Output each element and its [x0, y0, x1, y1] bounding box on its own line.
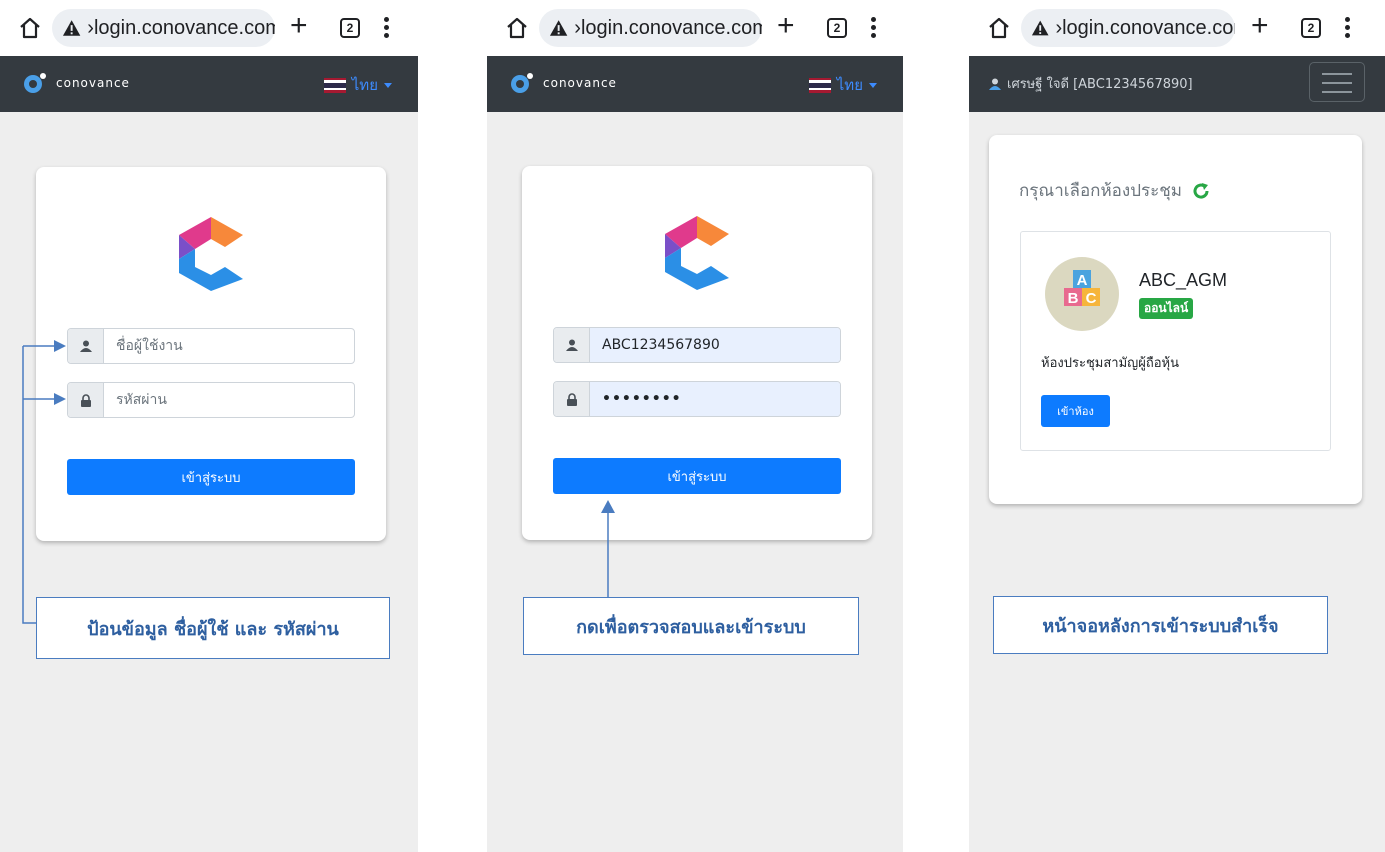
user-icon	[989, 78, 1001, 90]
site-navbar: เศรษฐี ใจดี [ABC1234567890]	[969, 56, 1385, 112]
new-tab-icon[interactable]: +	[1251, 11, 1269, 41]
callout-connector-step2	[601, 500, 615, 597]
room-prompt: กรุณาเลือกห้องประชุม	[1019, 177, 1210, 204]
browser-toolbar: ›login.conovance.com + 2	[969, 0, 1385, 56]
phone-screen-login-filled: ›login.conovance.com + 2 conovance ไทย A…	[487, 0, 903, 852]
overflow-menu-icon[interactable]	[1345, 17, 1351, 39]
tab-count-button[interactable]: 2	[1301, 18, 1321, 38]
callout-step3: หน้าจอหลังการเข้าระบบสำเร็จ	[993, 596, 1328, 654]
callout-step2: กดเพื่อตรวจสอบและเข้าระบบ	[523, 597, 859, 655]
url-text: ›login.conovance.com	[1055, 16, 1235, 39]
phone-screen-after-login: ›login.conovance.com + 2 เศรษฐี ใจดี [AB…	[969, 0, 1385, 852]
current-user: เศรษฐี ใจดี [ABC1234567890]	[989, 73, 1193, 94]
room-prompt-text: กรุณาเลือกห้องประชุม	[1019, 181, 1182, 201]
warning-icon	[1031, 20, 1049, 36]
room-card[interactable]: A B C ABC_AGM ออนไลน์ ห้องประชุมสามัญผู้…	[1020, 231, 1331, 451]
status-badge: ออนไลน์	[1139, 298, 1194, 319]
room-avatar: A B C	[1045, 257, 1119, 331]
abc-blocks-icon: A B C	[1064, 270, 1100, 307]
phone-screen-login-empty: ›login.conovance.com + 2 conovance ไทย ช…	[0, 0, 418, 852]
callout-connector-step1	[22, 340, 66, 624]
home-icon[interactable]	[987, 16, 1011, 40]
svg-text:C: C	[1086, 290, 1097, 307]
svg-text:B: B	[1068, 290, 1079, 307]
room-description: ห้องประชุมสามัญผู้ถือหุ้น	[1041, 356, 1179, 371]
enter-room-button[interactable]: เข้าห้อง	[1041, 395, 1110, 427]
hamburger-menu-button[interactable]	[1309, 62, 1365, 102]
callout-step1: ป้อนข้อมูล ชื่อผู้ใช้ และ รหัสผ่าน	[36, 597, 390, 659]
address-bar[interactable]: ›login.conovance.com	[1021, 9, 1235, 47]
room-name: ABC_AGM	[1139, 270, 1228, 290]
svg-text:A: A	[1077, 272, 1088, 289]
room-select-card: กรุณาเลือกห้องประชุม A B C ABC_AGM ออนไล…	[989, 135, 1362, 504]
refresh-icon[interactable]	[1192, 182, 1210, 200]
current-user-label: เศรษฐี ใจดี [ABC1234567890]	[1007, 77, 1193, 92]
